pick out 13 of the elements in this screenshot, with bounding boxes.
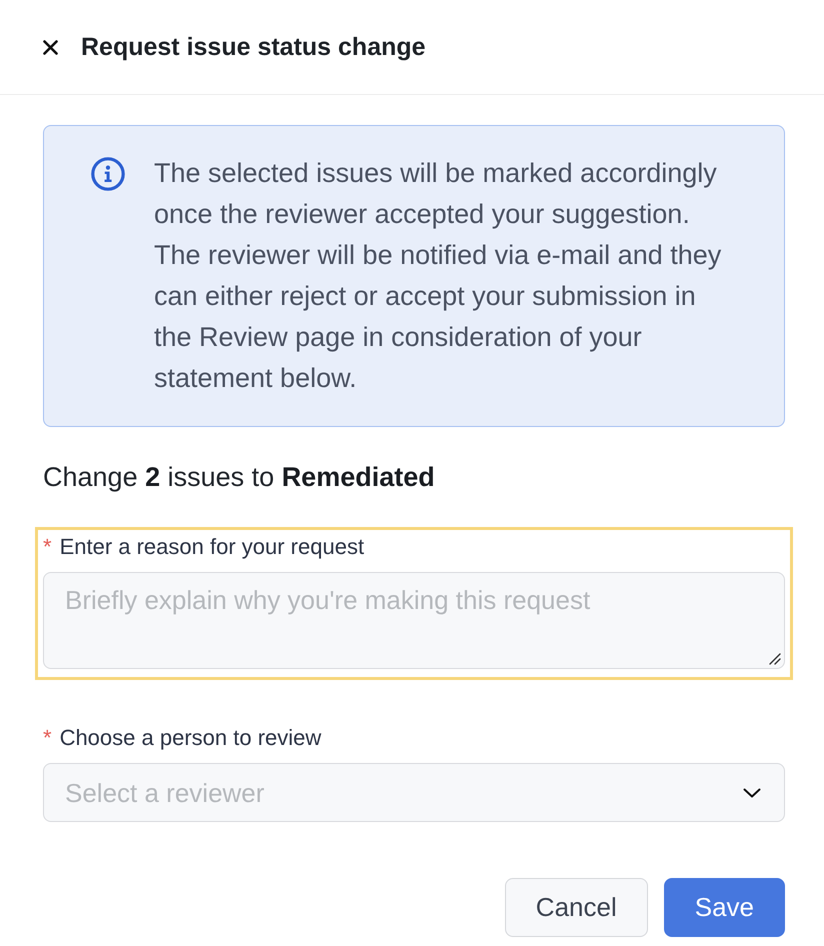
summary-text: Change 2 issues to Remediated	[43, 461, 436, 493]
required-mark: *	[43, 724, 52, 752]
close-icon[interactable]	[43, 40, 58, 54]
resize-grip-icon[interactable]	[769, 653, 781, 665]
info-icon	[91, 157, 125, 191]
field-label: Choose a person to review	[60, 724, 322, 752]
chevron-down-icon	[743, 788, 761, 798]
dialog-title: Request issue status change	[81, 32, 426, 62]
required-mark: *	[43, 533, 52, 561]
cancel-button[interactable]: Cancel	[504, 878, 648, 937]
field-label: Enter a reason for your request	[60, 533, 364, 561]
save-button[interactable]: Save	[664, 878, 785, 937]
info-text: The selected issues will be marked accordingly once the reviewer accepted your suggestion. The reviewer will be notified via e-mail and they can either reject or accept your submission in the Review page in consideration of your statement below.	[154, 157, 722, 395]
